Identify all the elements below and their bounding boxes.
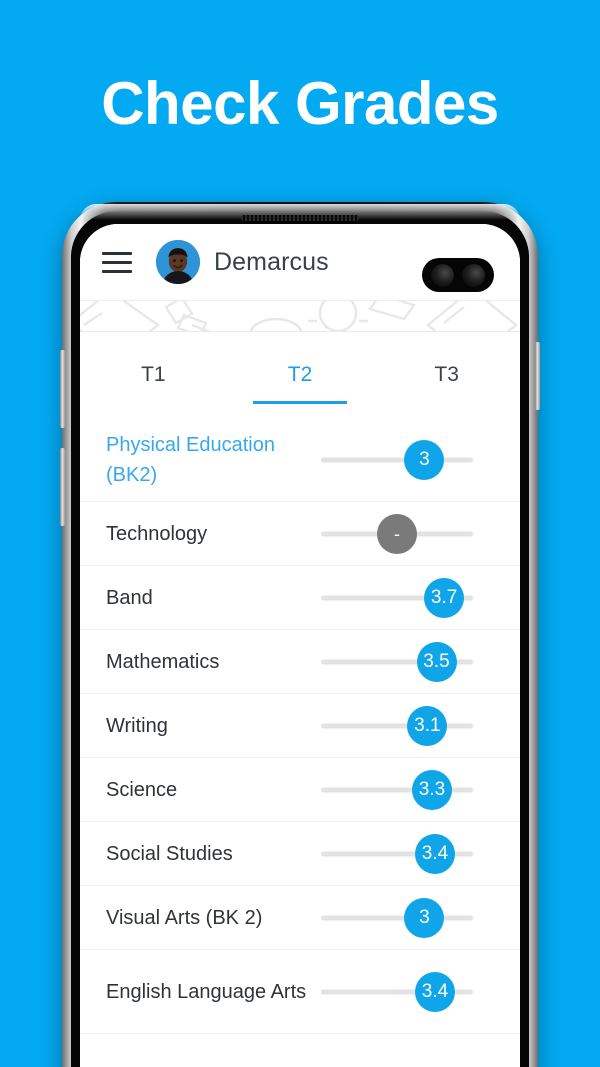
tab-t3[interactable]: T3 [373, 332, 520, 418]
slider-track [321, 915, 473, 920]
table-row[interactable]: Writing 3.1 [80, 694, 520, 758]
subject-label: Band [106, 586, 153, 609]
slider-thumb-value[interactable]: 3.3 [411, 769, 452, 810]
subject-label: Writing [106, 714, 168, 737]
subject-label: Mathematics [106, 650, 220, 673]
table-row[interactable]: Mathematics 3.5 [80, 630, 520, 694]
grade-slider[interactable]: 3.5 [321, 639, 473, 685]
volume-up-button[interactable] [60, 350, 65, 428]
power-button[interactable] [535, 342, 540, 410]
table-row[interactable]: Visual Arts (BK 2) 3 [80, 886, 520, 950]
subject-label: Physical Education (BK2) [106, 433, 275, 486]
dual-punch-hole-camera-icon [422, 258, 494, 292]
table-row[interactable]: Technology - [80, 502, 520, 566]
hamburger-menu-icon[interactable] [102, 251, 132, 273]
table-row[interactable]: Physical Education (BK2) 3 [80, 418, 520, 502]
slider-thumb-value[interactable]: 3.4 [415, 971, 455, 1012]
table-row[interactable]: Science 3.3 [80, 758, 520, 822]
term-tabs: T1 T2 T3 [80, 332, 520, 418]
tab-t2[interactable]: T2 [227, 332, 374, 418]
slider-thumb-value[interactable]: 3.5 [416, 641, 457, 682]
slider-track [321, 723, 473, 728]
table-row[interactable]: Band 3.7 [80, 566, 520, 630]
user-name-label: Demarcus [214, 247, 329, 276]
grade-list: Physical Education (BK2) 3 Technology - Band… [80, 418, 520, 1034]
slider-thumb-value[interactable]: 3.4 [415, 833, 455, 874]
subject-label: Social Studies [106, 842, 233, 865]
table-row[interactable]: Social Studies 3.4 [80, 822, 520, 886]
tab-t1[interactable]: T1 [80, 332, 227, 418]
earpiece-speaker-icon [241, 215, 359, 221]
phone-device-mockup: Demarcus T1 T2 T3 Physical Education (BK… [60, 202, 540, 1067]
subject-label: Science [106, 778, 178, 801]
slider-thumb-value[interactable]: 3 [404, 439, 445, 480]
grade-slider[interactable]: 3.1 [321, 703, 473, 749]
slider-thumb-value[interactable]: 3.7 [424, 577, 465, 618]
avatar[interactable] [156, 240, 200, 284]
grade-slider[interactable]: - [321, 511, 473, 557]
subject-label: Technology [106, 522, 208, 545]
slider-thumb-value[interactable]: - [377, 513, 417, 554]
grade-slider[interactable]: 3.4 [321, 969, 473, 1015]
subject-label: Visual Arts (BK 2) [106, 906, 263, 929]
slider-thumb-value[interactable]: 3 [404, 897, 445, 938]
decorative-banner [80, 300, 520, 332]
volume-down-button[interactable] [60, 448, 65, 526]
grade-slider[interactable]: 3.3 [321, 767, 473, 813]
slider-track [321, 457, 473, 462]
grade-slider[interactable]: 3 [321, 895, 473, 941]
slider-thumb-value[interactable]: 3.1 [407, 705, 448, 746]
grade-slider[interactable]: 3.4 [321, 831, 473, 877]
page-title: Check Grades [101, 70, 499, 137]
phone-screen: Demarcus T1 T2 T3 Physical Education (BK… [80, 224, 520, 1067]
camera-lens-icon [462, 263, 485, 287]
subject-label: English Language Arts [106, 980, 307, 1003]
camera-lens-icon [431, 263, 454, 287]
grade-slider[interactable]: 3 [321, 437, 473, 483]
grade-slider[interactable]: 3.7 [321, 575, 473, 621]
table-row[interactable]: English Language Arts 3.4 [80, 950, 520, 1034]
